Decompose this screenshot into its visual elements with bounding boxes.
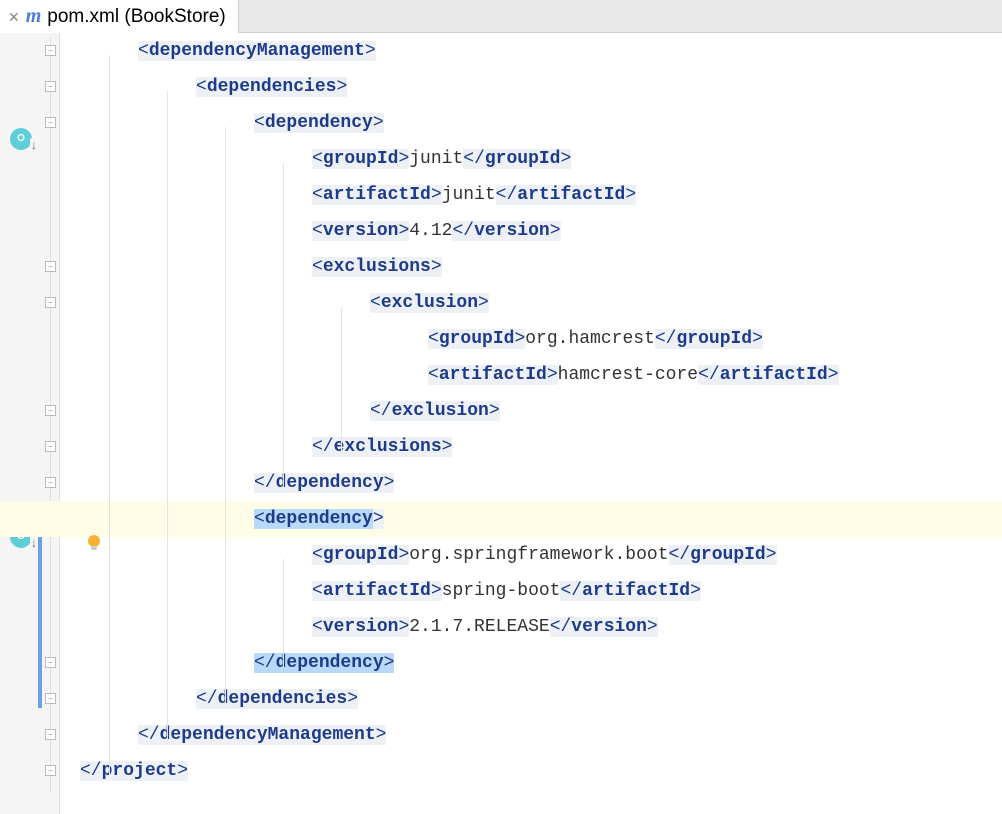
fold-collapse-icon[interactable]: − <box>45 297 56 308</box>
code-line[interactable]: <artifactId>hamcrest-core</artifactId> <box>80 357 1002 393</box>
close-icon[interactable]: ✕ <box>8 10 20 24</box>
code-line[interactable]: <groupId>org.springframework.boot</group… <box>80 537 1002 573</box>
code-line[interactable]: <exclusions> <box>80 249 1002 285</box>
fold-end-icon[interactable]: − <box>45 693 56 704</box>
tab-label: pom.xml (BookStore) <box>47 6 225 28</box>
override-icon[interactable]: O <box>10 128 32 150</box>
editor[interactable]: O O − − − − − − − − − − − − − <dependenc… <box>0 33 1002 814</box>
code-line[interactable]: </dependencies> <box>80 681 1002 717</box>
code-line[interactable]: </project> <box>80 753 1002 789</box>
code-line[interactable]: <dependency> <box>80 105 1002 141</box>
fold-collapse-icon[interactable]: − <box>45 81 56 92</box>
intention-bulb-icon[interactable] <box>84 533 104 553</box>
code-line[interactable]: </dependency> <box>80 465 1002 501</box>
editor-tab[interactable]: ✕ m pom.xml (BookStore) <box>0 0 239 33</box>
fold-collapse-icon[interactable]: − <box>45 45 56 56</box>
code-line[interactable]: </exclusions> <box>80 429 1002 465</box>
code-area[interactable]: <dependencyManagement> <dependencies> <d… <box>60 33 1002 814</box>
fold-end-icon[interactable]: − <box>45 765 56 776</box>
code-line[interactable]: </exclusion> <box>80 393 1002 429</box>
fold-collapse-icon[interactable]: − <box>45 261 56 272</box>
fold-end-icon[interactable]: − <box>45 477 56 488</box>
code-line[interactable]: <artifactId>junit</artifactId> <box>80 177 1002 213</box>
code-line[interactable]: <dependencyManagement> <box>80 33 1002 69</box>
code-line-current[interactable]: <dependency> <box>0 501 1002 537</box>
fold-end-icon[interactable]: − <box>45 657 56 668</box>
fold-end-icon[interactable]: − <box>45 441 56 452</box>
code-line[interactable]: <version>4.12</version> <box>80 213 1002 249</box>
maven-icon: m <box>26 5 42 28</box>
code-line[interactable]: </dependency> <box>80 645 1002 681</box>
code-line[interactable]: <exclusion> <box>80 285 1002 321</box>
code-line[interactable]: <dependencies> <box>80 69 1002 105</box>
code-line[interactable]: </dependencyManagement> <box>80 717 1002 753</box>
code-line[interactable]: <groupId>org.hamcrest</groupId> <box>80 321 1002 357</box>
gutter[interactable]: O O <box>0 33 42 814</box>
fold-end-icon[interactable]: − <box>45 405 56 416</box>
fold-gutter[interactable]: − − − − − − − − − − − − − <box>42 33 60 814</box>
fold-end-icon[interactable]: − <box>45 729 56 740</box>
code-line[interactable]: <artifactId>spring-boot</artifactId> <box>80 573 1002 609</box>
code-line[interactable]: <version>2.1.7.RELEASE</version> <box>80 609 1002 645</box>
fold-collapse-icon[interactable]: − <box>45 117 56 128</box>
tab-bar: ✕ m pom.xml (BookStore) <box>0 0 1002 33</box>
code-line[interactable]: <groupId>junit</groupId> <box>80 141 1002 177</box>
